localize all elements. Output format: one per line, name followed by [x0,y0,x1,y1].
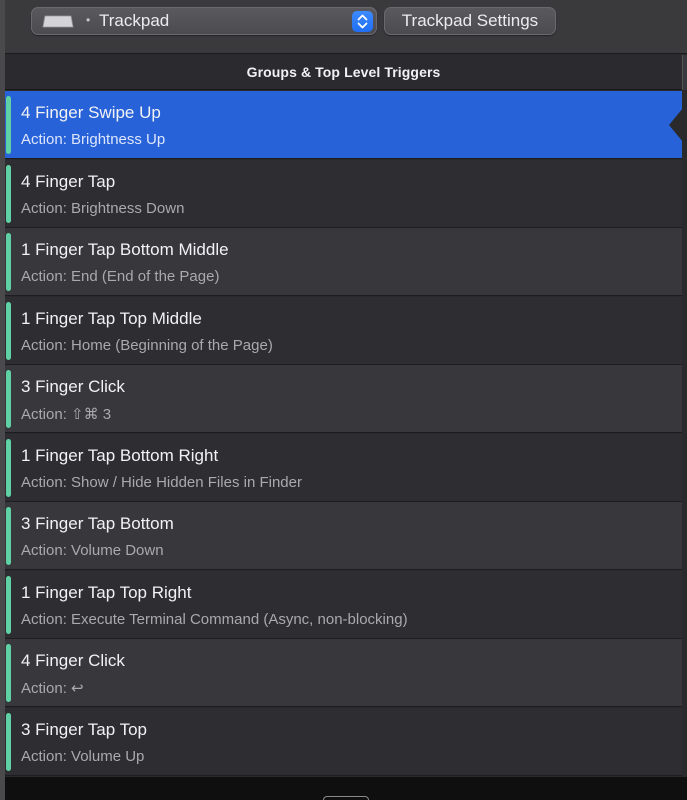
device-selector-label: Trackpad [99,11,170,30]
trigger-action: Action: Brightness Down [21,199,185,217]
trigger-action: Action: Volume Up [21,747,145,765]
selection-pointer-icon [669,108,683,142]
trigger-row[interactable]: 1 Finger Tap Bottom Middle Action: End (E… [5,228,682,296]
device-selector[interactable]: • Trackpad [31,7,377,35]
trigger-accent-bar [6,301,11,360]
header-scroll-edge [682,55,687,90]
trigger-row[interactable]: 3 Finger Tap Bottom Action: Volume Down [5,502,682,570]
trigger-row[interactable]: 1 Finger Tap Top Right Action: Execute Te… [5,570,682,639]
trigger-action: Action: Execute Terminal Command (Async,… [21,610,408,628]
trigger-accent-bar [6,96,11,154]
trigger-row[interactable]: 4 Finger Swipe Up Action: Brightness Up [5,91,683,159]
btt-window: • Trackpad Trackpad Settings Groups & To… [0,0,687,800]
trigger-row[interactable]: 4 Finger Tap Action: Brightness Down [5,159,682,228]
toolbar: • Trackpad Trackpad Settings [5,0,687,54]
trigger-action: Action: Show / Hide Hidden Files in Find… [21,473,302,491]
trigger-name: 1 Finger Tap Bottom Middle [21,240,229,259]
trigger-name: 4 Finger Swipe Up [21,103,161,122]
trigger-name: 3 Finger Tap Bottom [21,514,174,533]
trigger-action: Action: End (End of the Page) [21,268,220,285]
trigger-accent-bar [6,164,11,223]
trackpad-settings-button[interactable]: Trackpad Settings [384,7,556,35]
trigger-action: Action: Home (Beginning of the Page) [21,336,273,354]
trigger-row[interactable]: 1 Finger Tap Top Middle Action: Home (Beg… [5,296,682,365]
trackpad-icon [42,15,74,28]
trigger-accent-bar [6,575,11,634]
trigger-name: 1 Finger Tap Top Right [21,582,192,602]
trigger-action: Action: Volume Down [21,542,164,559]
window-right-edge [682,91,687,777]
trigger-row[interactable]: 3 Finger Tap Top Action: Volume Up [5,707,682,776]
trigger-accent-bar [6,438,11,497]
trigger-name: 3 Finger Tap Top [21,719,148,739]
trigger-name: 1 Finger Tap Top Middle [21,308,202,328]
trigger-row[interactable]: 1 Finger Tap Bottom Right Action: Show / … [5,433,682,502]
trigger-accent-bar [6,233,11,291]
chevron-up-down-icon [352,11,373,32]
section-title: Groups & Top Level Triggers [246,64,441,80]
trigger-row[interactable]: 3 Finger Click Action: ⇧⌘ 3 [5,365,682,433]
trigger-accent-bar [6,644,11,702]
trigger-name: 1 Finger Tap Bottom Right [21,445,219,465]
trigger-name: 4 Finger Tap [21,171,116,191]
trigger-action: Action: ↩ [21,680,84,697]
trigger-accent-bar [6,712,11,771]
device-bullet: • [86,13,91,27]
trigger-row[interactable]: 4 Finger Click Action: ↩ [5,639,682,707]
bottom-bar [5,777,687,800]
trigger-name: 4 Finger Click [21,651,125,670]
trigger-list: 4 Finger Swipe Up Action: Brightness Up 4 … [5,91,683,776]
bottom-handle[interactable] [323,796,369,800]
trigger-name: 3 Finger Click [21,377,125,396]
trigger-action: Action: ⇧⌘ 3 [21,406,112,423]
trigger-accent-bar [6,370,11,428]
section-header: Groups & Top Level Triggers [5,55,682,90]
trigger-accent-bar [6,507,11,565]
trigger-action: Action: Brightness Up [21,131,166,148]
